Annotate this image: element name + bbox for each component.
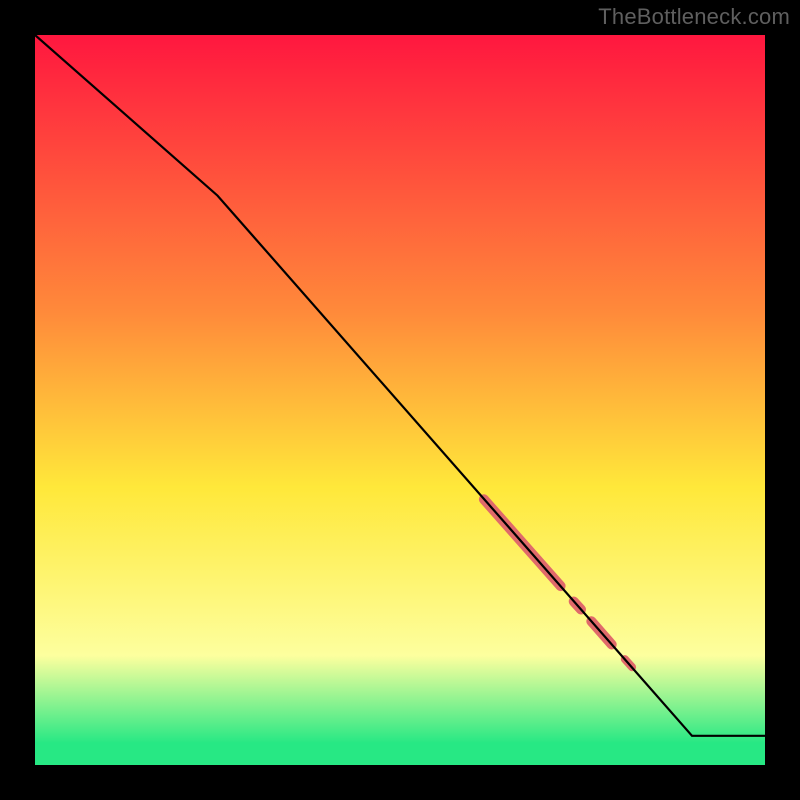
gradient-background [35, 35, 765, 765]
attribution-text: TheBottleneck.com [598, 4, 790, 30]
bottleneck-chart [35, 35, 765, 765]
